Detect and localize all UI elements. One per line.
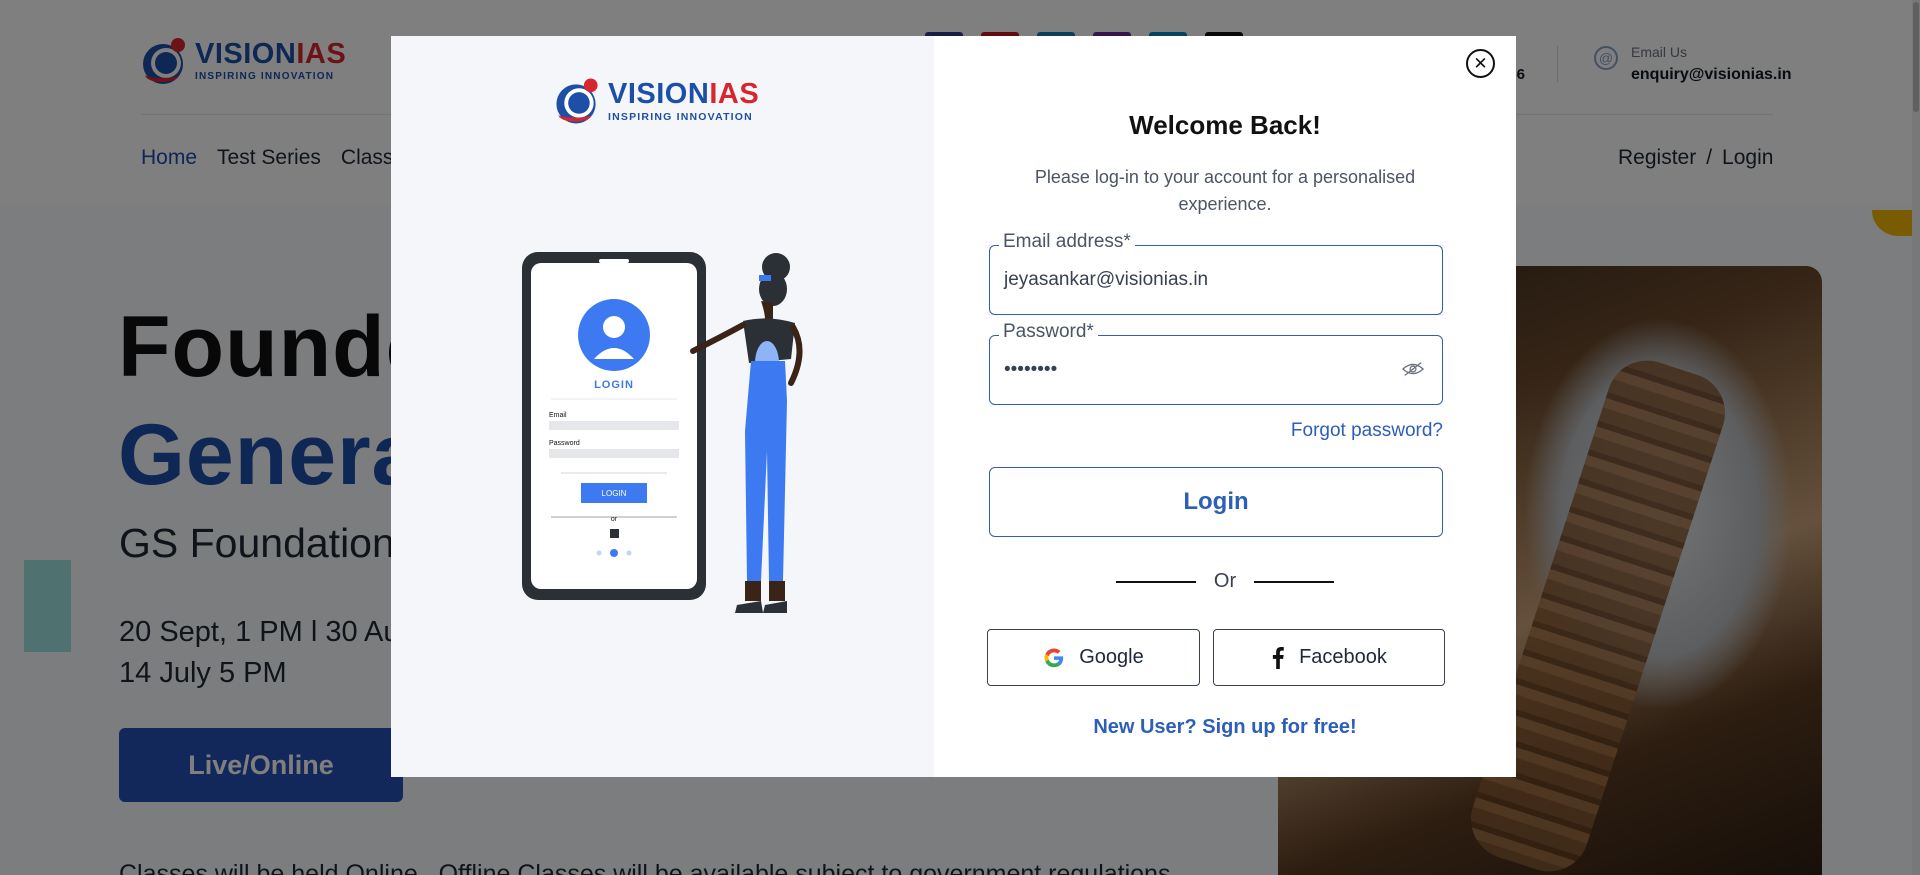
email-input-value[interactable]: jeyasankar@visionias.in <box>1004 269 1208 291</box>
facebook-button-label: Facebook <box>1299 646 1387 668</box>
google-icon <box>1044 647 1064 667</box>
or-line-left <box>1115 580 1196 583</box>
vision-logo-icon <box>554 78 599 124</box>
password-input-value[interactable]: •••••••• <box>1004 359 1057 381</box>
email-label: Email address* <box>999 231 1135 253</box>
welcome-heading: Welcome Back! <box>1129 110 1321 140</box>
or-label: Or <box>1213 570 1237 592</box>
modal-illustration-panel: VISIONIAS INSPIRING INNOVATION LOGIN Ema… <box>391 36 934 777</box>
illustration-email-label: Email <box>549 412 567 419</box>
eye-slash-icon[interactable] <box>1402 361 1424 377</box>
password-label: Password* <box>999 321 1098 343</box>
illustration-or: or <box>611 516 618 523</box>
facebook-icon <box>1272 646 1284 669</box>
password-field[interactable]: Password* •••••••• <box>989 321 1443 405</box>
signup-link[interactable]: New User? Sign up for free! <box>934 716 1516 739</box>
close-icon[interactable]: ✕ <box>1466 49 1495 78</box>
forgot-password-link[interactable]: Forgot password? <box>1291 420 1443 442</box>
modal-logo-tagline: INSPIRING INNOVATION <box>608 110 753 123</box>
email-field[interactable]: Email address* jeyasankar@visionias.in <box>989 231 1443 315</box>
login-button[interactable]: Login <box>989 467 1443 537</box>
illustration-login-button: LOGIN <box>602 489 627 498</box>
facebook-login-button[interactable]: Facebook <box>1213 629 1445 686</box>
modal-logo-brand-right: IAS <box>709 77 760 110</box>
or-line-right <box>1254 580 1335 583</box>
google-button-label: Google <box>1079 646 1144 668</box>
welcome-subtitle: Please log-in to your account for a pers… <box>1034 167 1416 214</box>
login-modal: VISIONIAS INSPIRING INNOVATION LOGIN Ema… <box>391 36 1516 777</box>
illustration-login-heading: LOGIN <box>594 379 634 391</box>
or-divider: Or <box>934 570 1516 593</box>
illustration-password-label: Password <box>549 440 580 447</box>
login-illustration: LOGIN Email Password LOGIN or <box>522 252 803 613</box>
modal-logo: VISIONIAS INSPIRING INNOVATION <box>554 78 759 124</box>
modal-form-panel: Welcome Back! Please log-in to your acco… <box>934 36 1516 777</box>
modal-logo-brand-left: VISION <box>608 77 710 110</box>
google-login-button[interactable]: Google <box>987 629 1200 686</box>
